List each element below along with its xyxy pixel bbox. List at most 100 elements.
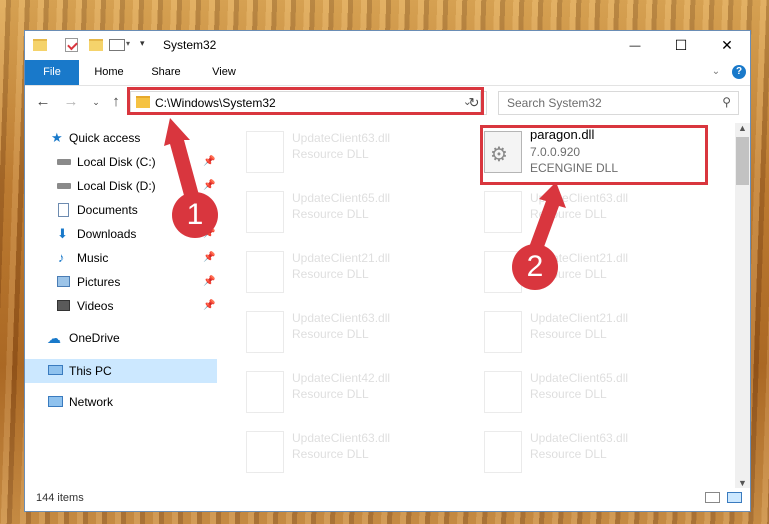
quick-access-dropdown-icon[interactable]: ▾ xyxy=(140,38,145,49)
up-arrow-icon[interactable]: ↑ xyxy=(106,92,126,112)
window-title: System32 xyxy=(163,38,217,52)
properties-icon[interactable] xyxy=(65,38,78,52)
cloud-icon: ☁ xyxy=(47,330,61,346)
pin-icon[interactable]: 📌 xyxy=(203,247,215,269)
music-icon: ♪ xyxy=(58,250,65,265)
star-icon: ★ xyxy=(51,130,63,145)
dll-file-icon xyxy=(246,131,284,173)
drive-icon xyxy=(57,159,71,165)
item-count: 144 items xyxy=(36,492,84,504)
dll-file-icon xyxy=(246,191,284,233)
sidebar-item-videos[interactable]: Videos 📌 xyxy=(25,295,217,317)
dropdown-arrow-icon[interactable]: ▾ xyxy=(126,39,130,48)
sidebar-item-label: Local Disk (C:) xyxy=(77,155,156,169)
sidebar-item-label: Documents xyxy=(77,203,138,217)
sidebar-item-label: Videos xyxy=(77,299,114,313)
view-options-icon[interactable] xyxy=(109,39,125,51)
sidebar-item-this-pc[interactable]: This PC xyxy=(25,359,217,383)
vertical-scrollbar[interactable]: ▲ ▼ xyxy=(735,123,750,488)
tab-view[interactable]: View xyxy=(200,60,248,85)
file-name: UpdateClient63.dll xyxy=(292,311,391,325)
sidebar-item-music[interactable]: ♪ Music 📌 xyxy=(25,247,217,269)
ribbon-tabs: File Home Share View ⌄ ? xyxy=(25,60,750,86)
document-icon xyxy=(58,203,69,217)
dll-file-icon xyxy=(246,431,284,473)
file-name: UpdateClient63.dll xyxy=(292,431,391,445)
sidebar-item-label: OneDrive xyxy=(69,331,120,345)
dll-file-icon xyxy=(484,311,522,353)
picture-icon xyxy=(57,276,70,287)
navigation-pane: ★ Quick access Local Disk (C:) 📌 Local D… xyxy=(25,123,217,483)
sidebar-item-network[interactable]: Network xyxy=(25,391,217,413)
new-folder-icon[interactable] xyxy=(89,39,103,51)
pin-icon[interactable]: 📌 xyxy=(203,271,215,293)
pin-icon[interactable]: 📌 xyxy=(203,295,215,317)
maximize-button[interactable]: ☐ xyxy=(658,31,704,60)
network-icon xyxy=(48,396,63,407)
step-1-badge: 1 xyxy=(172,192,218,238)
large-icons-view-icon[interactable] xyxy=(727,492,742,503)
file-description: Resource DLL xyxy=(292,147,369,161)
dll-file-icon xyxy=(484,431,522,473)
recent-locations-icon[interactable]: ⌄ xyxy=(86,92,106,112)
list-item[interactable]: UpdateClient63.dll Resource DLL xyxy=(246,127,466,175)
computer-icon xyxy=(48,365,63,375)
drive-icon xyxy=(57,183,71,189)
list-item[interactable]: UpdateClient63.dll Resource DLL xyxy=(484,187,704,235)
list-item[interactable]: UpdateClient63.dll Resource DLL xyxy=(246,427,466,475)
file-name: UpdateClient42.dll xyxy=(292,371,391,385)
sidebar-item-pictures[interactable]: Pictures 📌 xyxy=(25,271,217,293)
help-icon[interactable]: ? xyxy=(732,65,746,79)
pin-icon[interactable]: 📌 xyxy=(203,151,215,173)
sidebar-item-label: Music xyxy=(77,251,109,265)
download-icon: ⬇ xyxy=(57,226,68,241)
sidebar-item-label: Network xyxy=(69,395,114,409)
list-item[interactable]: UpdateClient63.dll Resource DLL xyxy=(484,427,704,475)
dll-file-icon xyxy=(484,371,522,413)
list-item[interactable]: UpdateClient21.dll Resource DLL xyxy=(484,307,704,355)
tab-home[interactable]: Home xyxy=(85,60,133,85)
sidebar-item-onedrive[interactable]: ☁ OneDrive xyxy=(25,327,217,349)
list-item[interactable]: UpdateClient42.dll Resource DLL xyxy=(246,367,466,415)
file-description: Resource DLL xyxy=(292,207,369,221)
sidebar-item-local-disk-c[interactable]: Local Disk (C:) 📌 xyxy=(25,151,217,173)
scroll-up-icon[interactable]: ▲ xyxy=(738,123,747,133)
list-item[interactable]: UpdateClient63.dll Resource DLL xyxy=(246,307,466,355)
sidebar-item-label: Local Disk (D:) xyxy=(77,179,156,193)
dll-file-icon xyxy=(484,191,522,233)
sidebar-item-label: Pictures xyxy=(77,275,121,289)
address-bar-highlight xyxy=(127,87,484,115)
list-item[interactable]: UpdateClient21.dll Resource DLL xyxy=(246,247,466,295)
file-description: Resource DLL xyxy=(530,447,607,461)
file-name: UpdateClient63.dll xyxy=(530,191,629,205)
list-item[interactable]: UpdateClient65.dll Resource DLL xyxy=(246,187,466,235)
search-icon: ⚲ xyxy=(722,95,731,109)
file-description: Resource DLL xyxy=(530,327,607,341)
minimize-button[interactable]: — xyxy=(612,31,658,60)
video-icon xyxy=(57,300,70,311)
dll-file-icon xyxy=(246,251,284,293)
dll-file-icon xyxy=(246,371,284,413)
file-name: UpdateClient21.dll xyxy=(292,251,391,265)
file-highlight xyxy=(480,125,708,185)
status-bar: 144 items xyxy=(25,486,750,511)
title-bar: ▾ ▾ System32 — ☐ ✕ xyxy=(25,31,750,60)
file-description: Resource DLL xyxy=(292,267,369,281)
scrollbar-thumb[interactable] xyxy=(736,137,749,185)
file-description: Resource DLL xyxy=(292,447,369,461)
tab-file[interactable]: File xyxy=(25,60,79,85)
close-button[interactable]: ✕ xyxy=(704,31,750,60)
file-description: Resource DLL xyxy=(530,207,607,221)
list-item[interactable]: UpdateClient65.dll Resource DLL xyxy=(484,367,704,415)
sidebar-item-quick-access[interactable]: ★ Quick access xyxy=(25,127,217,149)
sidebar-item-label: This PC xyxy=(69,364,112,378)
file-name: UpdateClient21.dll xyxy=(530,311,629,325)
forward-arrow-icon[interactable]: → xyxy=(61,92,81,112)
chevron-down-icon[interactable]: ⌄ xyxy=(709,65,723,79)
back-arrow-icon[interactable]: ← xyxy=(33,92,53,112)
file-description: Resource DLL xyxy=(292,327,369,341)
search-input[interactable]: Search System32 ⚲ xyxy=(498,91,739,115)
sidebar-item-label: Downloads xyxy=(77,227,137,241)
tab-share[interactable]: Share xyxy=(142,60,190,85)
details-view-icon[interactable] xyxy=(705,492,720,503)
